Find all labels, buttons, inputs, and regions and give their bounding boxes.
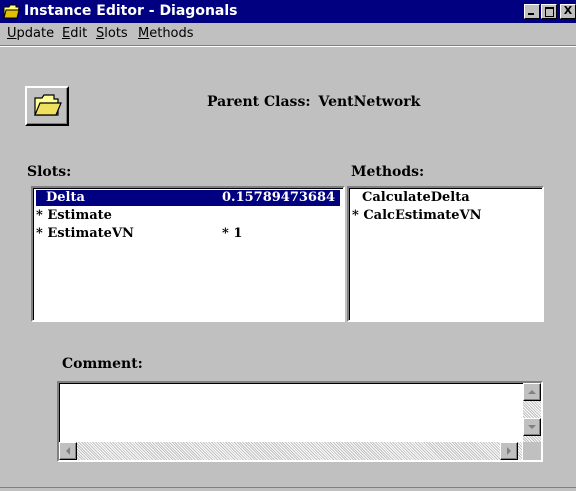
open-folder-button[interactable]: [25, 86, 69, 126]
slots-label: Slots:: [27, 164, 72, 180]
slot-value: * 1: [222, 226, 243, 241]
menu-update[interactable]: Update: [7, 26, 54, 41]
minimize-button[interactable]: [524, 4, 540, 19]
scroll-right-button[interactable]: [500, 442, 518, 460]
comment-label: Comment:: [62, 356, 143, 372]
menu-methods-label: ethods: [149, 26, 194, 41]
slot-name: Delta: [46, 190, 85, 205]
method-row[interactable]: * CalcEstimateVN: [352, 208, 542, 224]
menu-slots[interactable]: Slots: [96, 26, 128, 41]
method-row[interactable]: CalculateDelta: [362, 190, 542, 206]
scroll-left-button[interactable]: [59, 442, 77, 460]
maximize-button[interactable]: [541, 4, 557, 19]
method-name: CalculateDelta: [362, 190, 470, 205]
menu-edit-label: dit: [70, 26, 88, 41]
menu-methods[interactable]: Methods: [138, 26, 194, 41]
maximize-icon: [545, 7, 554, 17]
methods-label: Methods:: [351, 164, 425, 180]
menu-methods-mnemonic: M: [138, 26, 150, 41]
menu-update-label: pdate: [16, 26, 55, 41]
slot-value: 0.15789473684: [222, 190, 336, 205]
menu-edit[interactable]: Edit: [62, 26, 87, 41]
slot-row[interactable]: Delta 0.15789473684: [36, 190, 340, 206]
menu-edit-mnemonic: E: [62, 26, 71, 41]
menu-bar: Update Edit Slots Methods: [0, 23, 576, 45]
method-name: * CalcEstimateVN: [352, 208, 482, 223]
app-icon: [3, 4, 20, 19]
scrollbar-corner: [523, 442, 541, 460]
title-bar[interactable]: Instance Editor - Diagonals X: [0, 0, 576, 23]
parent-class-label: Parent Class:: [207, 94, 311, 110]
scroll-down-button[interactable]: [523, 418, 541, 436]
menu-separator: [0, 45, 576, 47]
arrow-left-icon: [66, 447, 70, 455]
arrow-up-icon: [528, 390, 536, 394]
slots-listbox[interactable]: Delta 0.15789473684 * Estimate * Estimat…: [31, 186, 345, 322]
parent-class-value: VentNetwork: [318, 94, 421, 110]
methods-listbox[interactable]: CalculateDelta * CalcEstimateVN: [347, 186, 544, 322]
instance-editor-window: Instance Editor - Diagonals X Update Edi…: [0, 0, 576, 491]
scroll-up-button[interactable]: [523, 383, 541, 401]
comment-horizontal-scrollbar[interactable]: [59, 442, 522, 460]
slot-row[interactable]: * EstimateVN * 1: [36, 226, 340, 242]
arrow-right-icon: [507, 447, 511, 455]
slot-name: * Estimate: [36, 208, 112, 223]
slot-row[interactable]: * Estimate: [36, 208, 340, 224]
slot-name: * EstimateVN: [36, 226, 134, 241]
menu-slots-label: lots: [104, 26, 128, 41]
window-bottom-edge: [0, 487, 576, 491]
menu-update-mnemonic: U: [7, 26, 17, 41]
comment-textarea[interactable]: [57, 381, 543, 462]
parent-class: Parent Class: VentNetwork: [207, 94, 420, 110]
close-button[interactable]: X: [560, 4, 576, 19]
open-folder-icon: [34, 94, 62, 116]
arrow-down-icon: [528, 425, 536, 429]
comment-vertical-scrollbar[interactable]: [523, 383, 541, 445]
close-icon: X: [563, 4, 573, 17]
minimize-icon: [528, 13, 534, 15]
window-title: Instance Editor - Diagonals: [24, 3, 238, 19]
